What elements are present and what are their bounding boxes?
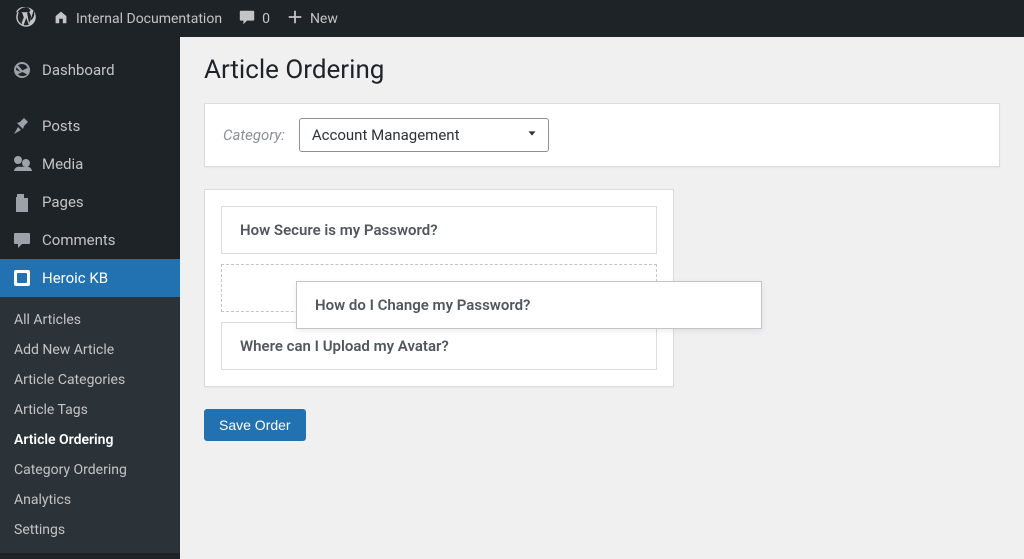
sidebar-item-posts[interactable]: Posts [0,107,180,145]
article-row-dragging[interactable]: How do I Change my Password? [296,281,762,329]
pages-icon [12,192,32,212]
sidebar-item-label: Media [42,155,83,173]
category-panel: Category: Account Management [204,103,1000,167]
site-home-link[interactable]: Internal Documentation [44,0,230,37]
sidebar-item-label: Pages [42,193,84,211]
sidebar-item-dashboard[interactable]: Dashboard [0,51,180,89]
kb-icon [12,268,32,288]
comment-icon [238,8,256,30]
category-select[interactable]: Account Management [299,118,549,152]
article-row[interactable]: Where can I Upload my Avatar? [221,322,657,370]
sidebar-item-heroic-kb[interactable]: Heroic KB [0,259,180,297]
site-title: Internal Documentation [76,11,222,27]
save-order-button[interactable]: Save Order [204,409,306,441]
submenu-article-tags[interactable]: Article Tags [0,395,180,425]
article-row[interactable]: How Secure is my Password? [221,206,657,254]
submenu-all-articles[interactable]: All Articles [0,305,180,335]
submenu-category-ordering[interactable]: Category Ordering [0,455,180,485]
submenu-article-categories[interactable]: Article Categories [0,365,180,395]
new-label: New [310,11,338,27]
sidebar-item-label: Dashboard [42,61,115,79]
submenu-settings[interactable]: Settings [0,515,180,545]
sidebar-item-media[interactable]: Media [0,145,180,183]
sidebar-item-label: Heroic KB [42,269,108,287]
wp-logo-menu[interactable] [8,0,44,37]
sidebar-item-label: Posts [42,117,80,135]
home-icon [52,8,70,30]
category-selected-value: Account Management [312,126,460,144]
comments-count: 0 [262,11,270,27]
submenu-analytics[interactable]: Analytics [0,485,180,515]
main-content: Article Ordering Category: Account Manag… [180,37,1024,559]
sidebar-item-comments[interactable]: Comments [0,221,180,259]
sidebar-item-pages[interactable]: Pages [0,183,180,221]
new-content-link[interactable]: New [278,0,346,37]
category-label: Category: [223,126,285,144]
comment-icon [12,230,32,250]
pin-icon [12,116,32,136]
media-icon [12,154,32,174]
submenu-article-ordering[interactable]: Article Ordering [0,425,180,455]
sidebar-item-label: Comments [42,231,116,249]
article-order-list: How Secure is my Password? How do I Chan… [204,189,674,387]
page-title: Article Ordering [204,55,1000,85]
dashboard-icon [12,60,32,80]
submenu-add-new-article[interactable]: Add New Article [0,335,180,365]
drop-placeholder[interactable]: How do I Change my Password? [221,264,657,312]
plus-icon [286,8,304,30]
sidebar-submenu: All Articles Add New Article Article Cat… [0,297,180,553]
admin-sidebar: Dashboard Posts Media Pages Commen [0,37,180,559]
comments-link[interactable]: 0 [230,0,278,37]
wordpress-icon [16,7,36,31]
admin-bar: Internal Documentation 0 New [0,0,1024,37]
